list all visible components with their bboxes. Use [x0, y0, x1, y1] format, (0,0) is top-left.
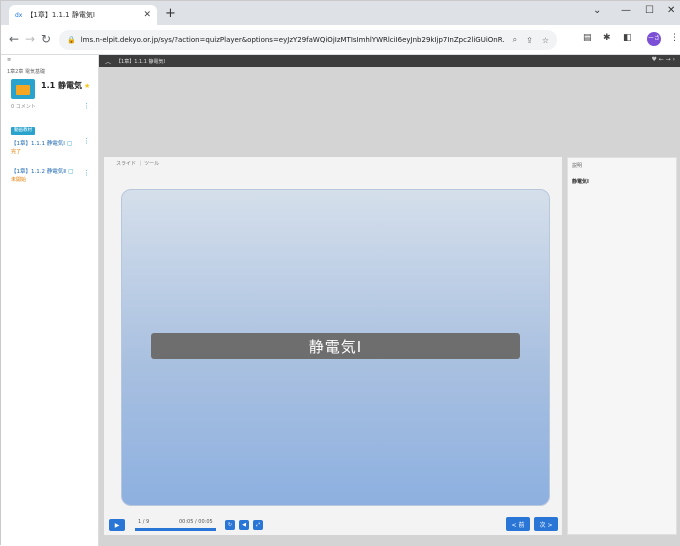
next-button[interactable]: 次 >: [534, 517, 558, 531]
profile-avatar[interactable]: ーさ: [647, 32, 661, 46]
notes-panel: [567, 157, 677, 535]
comment-count[interactable]: 0 コメント: [11, 103, 36, 110]
player-topbar: ︿ 【1章】1.1.1 静電気Ⅰ ♥ ← → ›: [99, 55, 680, 67]
page-count: 1 / 9: [138, 519, 150, 525]
document-icon: ▢: [67, 168, 74, 175]
course-title[interactable]: 1.1 静電気 ★: [41, 80, 90, 91]
chapter-label: 1章2章 電気基礎: [7, 69, 45, 75]
browser-window: dx 【1章】1.1.1 静電気Ⅰ ✕ + ⌄ — ☐ ✕ ← → ↻ 🔒 lm…: [0, 0, 680, 546]
lesson-status: 未開始: [11, 177, 27, 183]
favicon-icon: dx: [15, 11, 23, 19]
new-tab-icon[interactable]: +: [165, 6, 176, 21]
browser-tab[interactable]: dx 【1章】1.1.1 静電気Ⅰ ✕: [9, 5, 157, 25]
chevron-up-icon[interactable]: ︿: [105, 57, 111, 66]
favorite-star-icon[interactable]: ★: [84, 82, 90, 90]
bookmark-star-icon[interactable]: ☆: [542, 36, 549, 45]
lesson-menu-icon[interactable]: ⋮: [83, 169, 90, 177]
notes-text: 静電気Ⅰ: [572, 179, 589, 185]
share-icon[interactable]: ⇪: [526, 36, 533, 45]
prev-button[interactable]: < 前: [506, 517, 530, 531]
course-thumbnail: [11, 79, 35, 99]
zoom-icon[interactable]: ⌕: [513, 35, 517, 45]
sidebar-collapse-icon[interactable]: ≡: [7, 57, 11, 63]
progress-bar[interactable]: [135, 528, 216, 531]
extension-icon[interactable]: ▤: [583, 33, 592, 43]
lesson-menu-icon[interactable]: ⋮: [83, 137, 90, 145]
maximize-icon[interactable]: ☐: [645, 5, 654, 16]
address-bar[interactable]: 🔒 lms.n-elpit.dekyo.or.jp/sys/?action=qu…: [59, 30, 557, 50]
progress-fill: [135, 528, 216, 531]
tab-strip: dx 【1章】1.1.1 静電気Ⅰ ✕ + ⌄ — ☐ ✕: [1, 1, 680, 25]
tab-title: 【1章】1.1.1 静電気Ⅰ: [26, 11, 95, 19]
play-button[interactable]: ▶: [109, 519, 125, 531]
course-sidebar: ≡ 1章2章 電気基礎 1.1 静電気 ★ 0 コメント ⋮ 動画教材 【1章】1…: [1, 55, 99, 546]
lesson-label: 【1章】1.1.1 静電気Ⅰ: [11, 141, 65, 147]
replay-icon[interactable]: ↻: [225, 520, 235, 530]
timecode: 00:05 / 00:05: [179, 519, 213, 525]
slide-tabs[interactable]: スライド ｜ ツール: [116, 160, 159, 167]
player-topbar-icons[interactable]: ♥ ← → ›: [651, 56, 675, 63]
tab-search-icon[interactable]: ⌄: [593, 5, 601, 16]
material-type-badge: 動画教材: [11, 127, 35, 135]
back-icon[interactable]: ←: [9, 32, 19, 46]
minimize-icon[interactable]: —: [621, 5, 631, 16]
browser-menu-icon[interactable]: ⋮: [670, 33, 679, 43]
close-window-icon[interactable]: ✕: [667, 5, 675, 16]
lesson-item[interactable]: 【1章】1.1.1 静電気Ⅰ ▢: [11, 139, 73, 147]
player-topbar-title: 【1章】1.1.1 静電気Ⅰ: [116, 58, 165, 65]
lesson-item[interactable]: 【1章】1.1.2 静電気Ⅱ ▢: [11, 167, 74, 175]
forward-icon[interactable]: →: [25, 32, 35, 46]
reload-icon[interactable]: ↻: [41, 32, 51, 46]
document-icon: ▢: [66, 140, 73, 147]
close-tab-icon[interactable]: ✕: [143, 10, 151, 20]
fullscreen-icon[interactable]: ⤢: [253, 520, 263, 530]
slide-title: 静電気Ⅰ: [308, 337, 363, 356]
browser-toolbar: ← → ↻ 🔒 lms.n-elpit.dekyo.or.jp/sys/?act…: [1, 25, 680, 55]
side-panel-icon[interactable]: ◧: [623, 33, 632, 43]
course-menu-icon[interactable]: ⋮: [83, 102, 90, 110]
lock-icon[interactable]: 🔒: [67, 36, 76, 44]
lesson-label: 【1章】1.1.2 静電気Ⅱ: [11, 169, 66, 175]
course-title-text: 1.1 静電気: [41, 81, 82, 90]
slide-title-bar: 静電気Ⅰ: [151, 333, 520, 359]
volume-icon[interactable]: ◀: [239, 520, 249, 530]
lesson-status: 完了: [11, 149, 22, 155]
extensions-puzzle-icon[interactable]: ✱: [603, 33, 611, 43]
url-text[interactable]: lms.n-elpit.dekyo.or.jp/sys/?action=quiz…: [81, 36, 504, 44]
notes-header: 説明: [572, 163, 583, 169]
